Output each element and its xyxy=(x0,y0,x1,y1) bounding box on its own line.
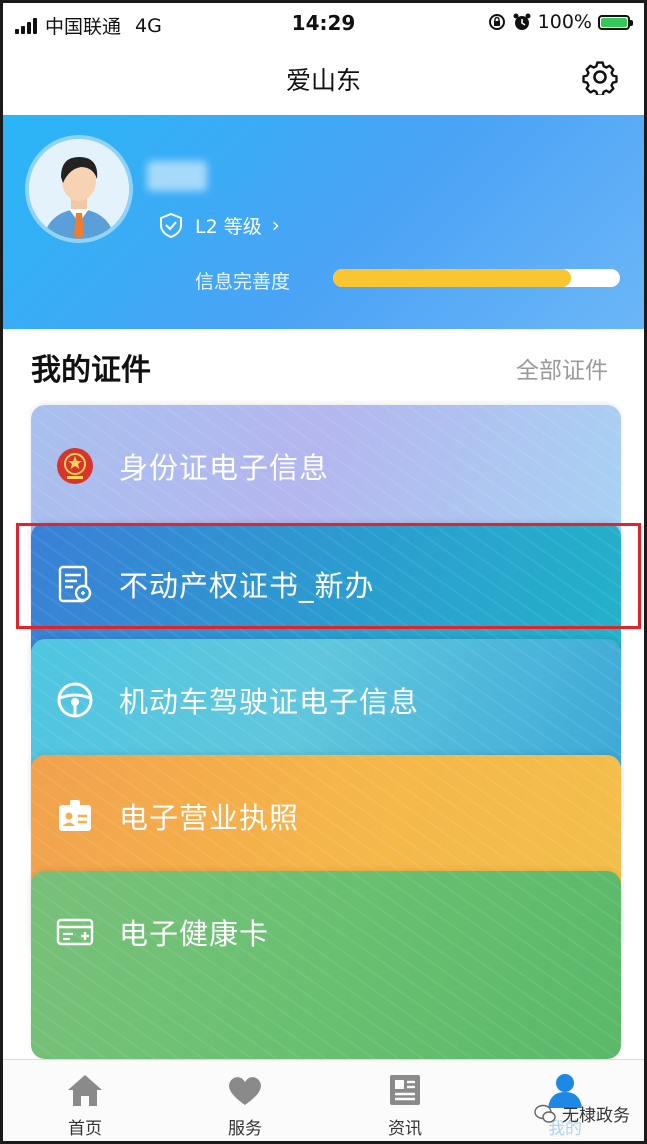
card-label: 身份证电子信息 xyxy=(119,451,330,485)
chevron-right-icon: › xyxy=(271,213,280,237)
completeness-progress-fill xyxy=(333,269,572,287)
card-health-card[interactable]: 电子健康卡 xyxy=(31,871,621,1059)
national-emblem-icon xyxy=(55,446,95,486)
tab-label: 服务 xyxy=(228,1119,262,1139)
profile-header: L2 等级 › 信息完善度 xyxy=(3,115,644,329)
certificate-document-icon xyxy=(55,564,95,604)
certificate-cards: 身份证电子信息 不动产权证书_新办 机动车驾驶证电子信息 电子营业执照 电子健康… xyxy=(31,405,621,1059)
page-title: 爱山东 xyxy=(285,66,361,95)
status-bar: 中国联通 4G 14:29 100% xyxy=(3,3,644,43)
steering-wheel-icon xyxy=(55,680,95,720)
avatar[interactable] xyxy=(25,135,133,243)
avatar-illustration xyxy=(29,139,129,239)
gear-icon[interactable] xyxy=(582,59,618,95)
alarm-icon xyxy=(513,13,531,30)
card-label: 机动车驾驶证电子信息 xyxy=(119,685,420,719)
status-right: 100% xyxy=(488,11,633,33)
battery-icon xyxy=(598,14,633,30)
phone-screen: 中国联通 4G 14:29 100% 爱山东 L2 等级 › 信息完善度 我的证… xyxy=(0,0,647,1144)
level-label: L2 等级 xyxy=(195,215,262,238)
username-redacted xyxy=(147,161,207,191)
tab-news[interactable]: 资讯 xyxy=(345,1060,465,1141)
battery-percent: 100% xyxy=(537,11,592,33)
watermark: 无棣政务 xyxy=(534,1101,630,1126)
completeness-label: 信息完善度 xyxy=(195,271,291,293)
card-label: 电子营业执照 xyxy=(119,801,300,835)
section-title: 我的证件 xyxy=(31,353,151,388)
health-card-icon xyxy=(55,912,95,952)
user-level[interactable]: L2 等级 › xyxy=(157,211,280,239)
card-label: 电子健康卡 xyxy=(119,917,270,951)
home-icon xyxy=(68,1075,102,1106)
business-license-icon xyxy=(55,796,95,836)
shield-check-icon xyxy=(160,212,182,239)
tab-label: 资讯 xyxy=(388,1119,422,1139)
all-certificates-link[interactable]: 全部证件 xyxy=(516,351,608,385)
tab-service[interactable]: 服务 xyxy=(185,1060,305,1141)
rotation-lock-icon xyxy=(488,14,505,30)
card-label: 不动产权证书_新办 xyxy=(119,569,375,603)
nav-bar: 爱山东 xyxy=(3,43,644,115)
tab-home[interactable]: 首页 xyxy=(25,1060,145,1141)
heart-icon xyxy=(229,1077,261,1105)
wechat-icon xyxy=(534,1104,556,1123)
completeness-progress xyxy=(333,269,620,287)
news-icon xyxy=(390,1075,420,1105)
tab-label: 首页 xyxy=(68,1119,102,1139)
watermark-text: 无棣政务 xyxy=(562,1106,630,1126)
